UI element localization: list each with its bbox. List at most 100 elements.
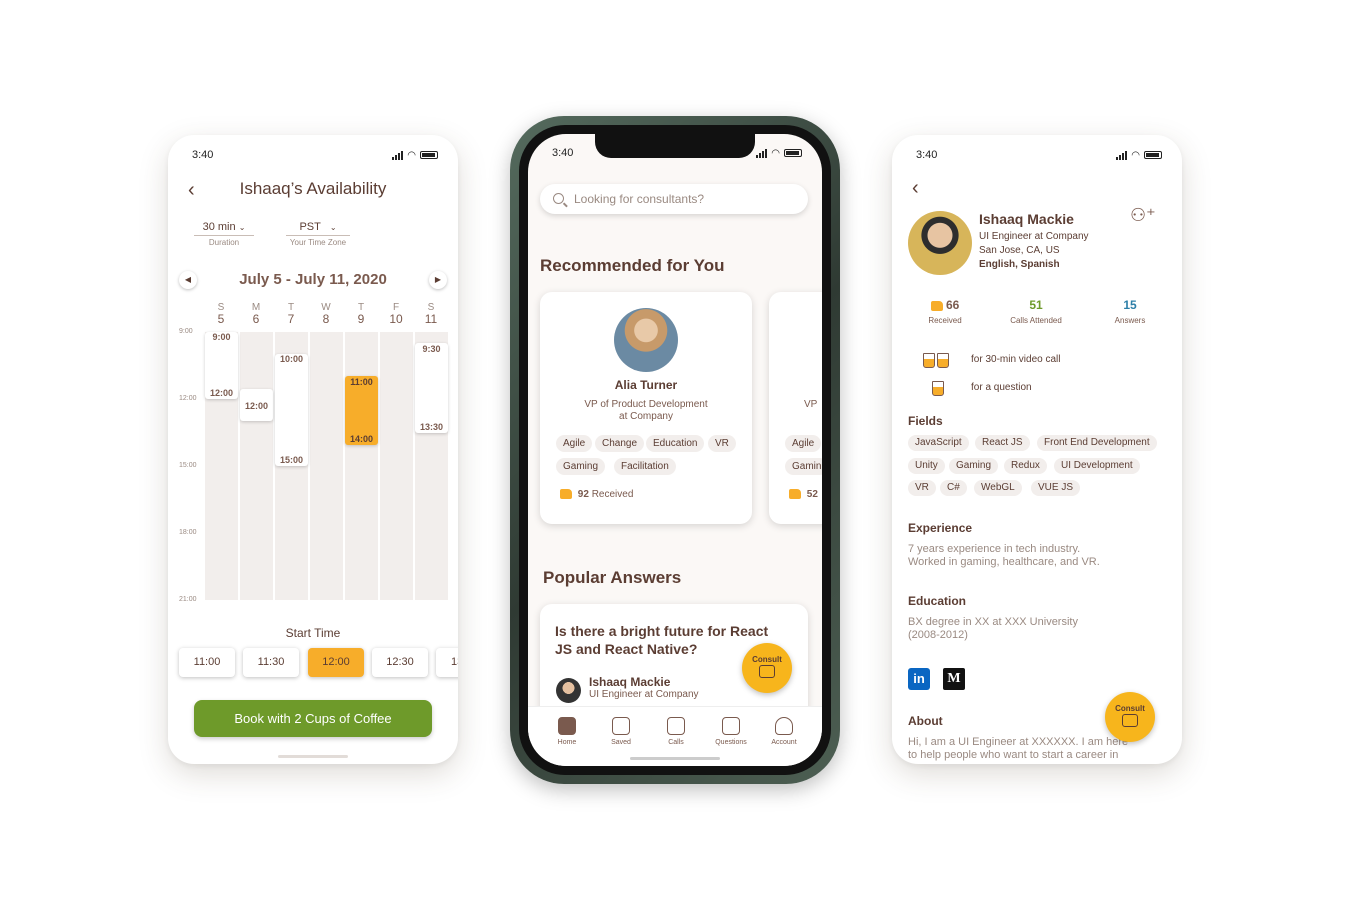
hour-label: 21:00 xyxy=(179,596,197,603)
tab-calls[interactable]: Calls xyxy=(656,717,696,746)
day-column xyxy=(345,332,378,600)
day-header: W8 xyxy=(321,302,331,326)
calls-icon xyxy=(667,717,685,735)
tab-saved[interactable]: Saved xyxy=(601,717,641,746)
field-tag: C# xyxy=(940,480,967,496)
field-tag: Front End Development xyxy=(1037,435,1157,451)
account-icon xyxy=(775,717,793,735)
status-icons: ◠ xyxy=(392,150,438,161)
time-option[interactable]: 11:30 xyxy=(243,648,299,677)
timezone-label: Your Time Zone xyxy=(289,238,347,247)
home-icon xyxy=(558,717,576,735)
thumbs-up-icon xyxy=(930,300,943,311)
education-heading: Education xyxy=(908,594,967,608)
tab-home[interactable]: Home xyxy=(547,717,587,746)
consult-button[interactable]: Consult xyxy=(742,643,792,693)
time-option[interactable]: 11:00 xyxy=(179,648,235,677)
home-screen: 3:40 ◠ Looking for consultants? Recommen… xyxy=(528,134,822,766)
avatar xyxy=(908,211,972,275)
availability-slot[interactable]: 10:00 15:00 xyxy=(275,354,308,466)
day-header: S 11 xyxy=(424,302,438,326)
received-count: 92 Received xyxy=(560,489,633,500)
wifi-icon: ◠ xyxy=(407,149,416,161)
field-tag: UI Development xyxy=(1054,458,1140,474)
tag: VR xyxy=(708,435,736,452)
availability-slot[interactable]: 12:00 xyxy=(240,389,273,421)
medium-icon[interactable]: M xyxy=(943,668,965,690)
tag: Gamin xyxy=(785,458,822,475)
chat-icon xyxy=(759,665,775,678)
thumbs-up-icon xyxy=(560,489,572,500)
tag: Agile xyxy=(556,435,593,452)
tab-questions[interactable]: Questions xyxy=(711,717,751,746)
tag: Education xyxy=(646,435,705,452)
day-header: T7 xyxy=(287,302,295,326)
tab-account[interactable]: Account xyxy=(764,717,804,746)
timezone-select[interactable]: PST ⌄ Your Time Zone xyxy=(286,221,350,247)
availability-slot[interactable]: 9:30 13:30 xyxy=(415,343,448,433)
received-count: 52 xyxy=(789,489,818,500)
availability-slot[interactable]: 9:00 12:00 xyxy=(205,332,238,399)
chevron-down-icon: ⌄ xyxy=(238,223,246,232)
thumbs-up-icon xyxy=(789,489,801,500)
field-tag: React JS xyxy=(975,435,1030,451)
profile-languages: English, Spanish xyxy=(979,259,1060,270)
add-user-icon[interactable]: ⚇⁺ xyxy=(1130,205,1156,226)
day-header: F 10 xyxy=(389,302,403,326)
time-option[interactable]: 12:30 xyxy=(372,648,428,677)
consultant-card[interactable]: Alia Turner VP of Product Development at… xyxy=(540,292,752,524)
chat-icon xyxy=(1122,714,1138,727)
answer-author-role: UI Engineer at Company xyxy=(589,689,699,700)
answer-question: Is there a bright future for React JS an… xyxy=(555,623,769,657)
chevron-down-icon: ⌄ xyxy=(329,223,337,232)
day-header: M6 xyxy=(251,302,261,326)
field-tag: Gaming xyxy=(949,458,999,474)
wifi-icon: ◠ xyxy=(1131,149,1140,161)
avatar xyxy=(556,678,581,703)
next-week-button[interactable]: ▶ xyxy=(429,271,447,289)
signal-icon xyxy=(756,148,768,158)
field-tag: Redux xyxy=(1004,458,1047,474)
back-icon[interactable]: ‹ xyxy=(912,177,919,200)
page-title: Ishaaq’s Availability xyxy=(239,179,387,198)
consultant-role-line2: at Company xyxy=(619,411,673,422)
profile-name: Ishaaq Mackie xyxy=(979,211,1074,227)
consultant-role: VP xyxy=(804,399,818,410)
day-column xyxy=(240,332,273,600)
start-time-label: Start Time xyxy=(285,626,341,640)
day-header: T9 xyxy=(357,302,365,326)
consultant-card[interactable]: VP Agile Gamin 52 xyxy=(769,292,822,524)
home-indicator xyxy=(278,755,348,758)
availability-slot-selected[interactable]: 11:00 14:00 xyxy=(345,376,378,445)
hour-label: 12:00 xyxy=(179,395,197,402)
duration-label: Duration xyxy=(208,238,240,247)
fields-heading: Fields xyxy=(908,414,943,428)
book-button[interactable]: Book with 2 Cups of Coffee xyxy=(194,700,432,737)
linkedin-icon[interactable]: in xyxy=(908,668,930,690)
day-column xyxy=(310,332,343,600)
tag: Facilitation xyxy=(614,458,676,475)
profile-location: San Jose, CA, US xyxy=(979,245,1060,256)
tag: Agile xyxy=(785,435,822,452)
wifi-icon: ◠ xyxy=(771,147,780,159)
price-video: for 30-min video call xyxy=(971,354,1061,365)
duration-value: 30 min xyxy=(202,221,236,233)
profile-role: UI Engineer at Company xyxy=(979,231,1089,242)
saved-icon xyxy=(612,717,630,735)
stat-calls: 51 Calls Attended xyxy=(1010,298,1062,325)
status-time: 3:40 xyxy=(916,149,938,161)
status-time: 3:40 xyxy=(192,149,214,161)
status-bar: 3:40 ◠ xyxy=(916,147,1162,163)
time-option[interactable]: 13 xyxy=(436,648,458,677)
status-bar: 3:40 ◠ xyxy=(552,145,802,161)
home-indicator xyxy=(630,757,720,760)
day-column xyxy=(380,332,413,600)
availability-screen: 3:40 ◠ ‹ Ishaaq’s Availability 30 min ⌄ … xyxy=(168,135,458,764)
signal-icon xyxy=(1116,150,1128,160)
coffee-cup-icon xyxy=(932,380,946,398)
consult-button[interactable]: Consult xyxy=(1105,692,1155,742)
stat-answers: 15 Answers xyxy=(1114,298,1146,325)
search-input[interactable]: Looking for consultants? xyxy=(540,184,808,214)
time-option-selected[interactable]: 12:00 xyxy=(308,648,364,677)
duration-select[interactable]: 30 min ⌄ Duration xyxy=(194,221,254,247)
